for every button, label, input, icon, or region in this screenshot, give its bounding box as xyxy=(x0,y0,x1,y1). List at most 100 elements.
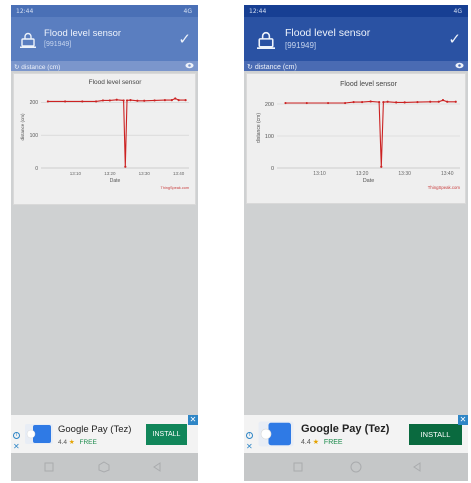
sensor-field-bar[interactable]: ↻ distance (cm) xyxy=(244,61,468,71)
data-point xyxy=(81,100,84,103)
nav-recents-icon[interactable] xyxy=(292,461,304,473)
data-point xyxy=(343,101,347,105)
chart-credit: ThingSpeak.com xyxy=(161,186,190,190)
app-title: Flood level sensor xyxy=(44,28,122,39)
data-point xyxy=(352,100,355,104)
data-point xyxy=(125,99,129,102)
ad-close-icon[interactable]: ✕ xyxy=(188,415,198,425)
data-point xyxy=(305,101,308,105)
ad-rating: 4.4 ★ FREE xyxy=(301,439,343,446)
data-point xyxy=(184,99,187,102)
x-tick-label: 13:40 xyxy=(441,171,454,177)
x-tick-label: 13:30 xyxy=(398,171,411,177)
x-tick-label: 13:30 xyxy=(139,171,151,176)
data-point xyxy=(170,99,173,102)
app-bar: Flood level sensor [991949] ✓ xyxy=(11,17,198,61)
google-pay-logo-icon xyxy=(25,424,53,444)
y-axis-label: distance (cm) xyxy=(20,113,25,141)
data-point xyxy=(63,100,67,103)
y-tick-label: 0 xyxy=(271,166,274,172)
star-icon: ★ xyxy=(312,439,319,446)
status-time: 12:44 xyxy=(16,8,34,15)
check-icon[interactable]: ✓ xyxy=(448,30,461,48)
x-tick-label: 13:20 xyxy=(356,171,369,177)
line-chart: Flood level sensor 0 100 200 13:10 13:20 13:30… xyxy=(20,79,190,190)
data-point xyxy=(115,98,118,101)
data-point xyxy=(122,99,125,102)
chart-title: Flood level sensor xyxy=(89,79,143,86)
phone-screenshot-right: 12:44 4G Flood level sensor [991949] ✓ ↻… xyxy=(244,5,468,481)
check-icon[interactable]: ✓ xyxy=(178,30,191,48)
app-bar: Flood level sensor [991949] ✓ xyxy=(244,17,468,61)
nav-recents-icon[interactable] xyxy=(43,461,55,473)
ad-info-icon[interactable]: i xyxy=(13,432,20,439)
sensor-field-bar[interactable]: ↻ distance (cm) xyxy=(11,61,198,71)
ad-close-icon[interactable]: ✕ xyxy=(458,415,468,425)
data-point xyxy=(101,99,105,102)
data-point xyxy=(416,100,419,104)
ad-rating: 4.4 ★ FREE xyxy=(58,439,97,446)
status-time: 12:44 xyxy=(249,8,267,15)
chart-credit: ThingSpeak.com xyxy=(428,185,461,190)
lock-icon[interactable] xyxy=(20,32,36,48)
ad-info-icon[interactable]: i xyxy=(246,432,253,439)
data-point xyxy=(163,99,167,102)
data-point xyxy=(174,97,177,100)
channel-id: [991949] xyxy=(44,41,72,48)
data-point xyxy=(46,100,49,103)
data-point xyxy=(403,101,406,104)
series-line xyxy=(47,97,186,167)
data-point xyxy=(136,99,139,102)
nav-home-icon[interactable] xyxy=(98,461,110,473)
data-point xyxy=(284,101,287,105)
y-tick-label: 100 xyxy=(30,133,39,139)
data-point xyxy=(153,99,156,102)
ad-banner[interactable]: i ✕ Google Pay (Tez) 4.4 ★ FREE INSTALL … xyxy=(244,415,468,453)
data-point xyxy=(378,100,381,104)
nav-home-icon[interactable] xyxy=(350,461,362,473)
eye-icon[interactable] xyxy=(455,62,464,69)
sensor-field-label: ↻ distance (cm) xyxy=(14,63,61,71)
refresh-icon[interactable]: ↻ xyxy=(247,64,253,71)
sensor-field-label: ↻ distance (cm) xyxy=(247,63,297,71)
channel-id: [991949] xyxy=(285,41,317,50)
data-point xyxy=(380,165,383,168)
data-point xyxy=(124,165,127,168)
eye-icon[interactable] xyxy=(185,62,194,69)
y-tick-label: 200 xyxy=(30,100,39,106)
chart-card: Flood level sensor 0 100 200 13:10 13:20 13:30… xyxy=(13,73,196,205)
refresh-icon[interactable]: ↻ xyxy=(14,64,19,71)
data-point xyxy=(454,100,457,103)
nav-back-icon[interactable] xyxy=(151,461,163,473)
data-point xyxy=(143,99,146,102)
chart-title: Flood level sensor xyxy=(340,81,397,88)
nav-bar xyxy=(11,453,198,481)
data-point xyxy=(177,99,180,102)
data-point xyxy=(108,99,111,102)
install-button[interactable]: INSTALL xyxy=(146,424,187,445)
data-point xyxy=(94,100,98,103)
data-point xyxy=(441,99,445,102)
line-chart: Flood level sensor 0 100 200 13:10 13:20 13:30… xyxy=(256,81,461,190)
data-point xyxy=(386,100,389,103)
data-point xyxy=(395,101,398,104)
data-point xyxy=(129,99,132,102)
app-title: Flood level sensor xyxy=(285,27,371,39)
ad-banner[interactable]: i ✕ Google Pay (Tez) 4.4 ★ FREE INSTALL … xyxy=(11,415,198,453)
star-icon: ★ xyxy=(68,439,75,446)
phone-screenshot-left: 12:44 4G Flood level sensor [991949] ✓ ↻… xyxy=(11,5,198,481)
ad-app-name: Google Pay (Tez) xyxy=(301,423,390,435)
x-tick-label: 13:40 xyxy=(173,171,185,176)
x-tick-label: 13:10 xyxy=(70,171,82,176)
ad-dismiss-icon[interactable]: ✕ xyxy=(13,442,20,451)
install-button[interactable]: INSTALL xyxy=(409,424,462,445)
lock-icon[interactable] xyxy=(257,31,275,49)
ad-app-name: Google Pay (Tez) xyxy=(58,424,132,435)
data-point xyxy=(382,100,385,104)
nav-bar xyxy=(244,453,468,481)
x-tick-label: 13:10 xyxy=(313,171,326,177)
y-tick-label: 100 xyxy=(265,134,274,140)
ad-dismiss-icon[interactable]: ✕ xyxy=(246,442,253,451)
chart-card: Flood level sensor 0 100 200 13:10 13:20 13:30… xyxy=(246,73,466,204)
nav-back-icon[interactable] xyxy=(411,461,423,473)
